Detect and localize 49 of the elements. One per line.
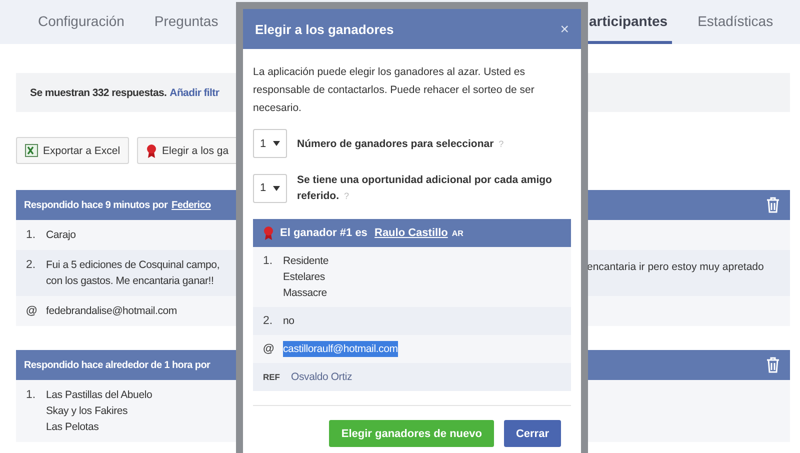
number-select[interactable]: 1 [253, 174, 287, 202]
answer-text: encantaria ir pero estoy muy apretado [586, 261, 764, 273]
award-ribbon-icon [263, 226, 274, 240]
winner-text: El ganador #1 es Raulo Castillo AR [280, 227, 464, 239]
field-label: Número de ganadores para seleccionar ? [297, 136, 504, 152]
number-select[interactable]: 1 [253, 129, 287, 158]
close-button[interactable]: × [560, 20, 569, 38]
answer-text: Las Pastillas del Abuelo [46, 388, 152, 403]
answer-text: Estelares [283, 270, 326, 285]
answer-text: Massacre [283, 286, 328, 301]
trash-icon[interactable] [766, 357, 780, 373]
ref-label: REF [263, 371, 281, 384]
answer-text: Residente [283, 254, 328, 269]
answer-text: Carajo [46, 228, 76, 243]
answer-text: con los gastos. Me encantaria ganar!! [46, 274, 215, 289]
response-header-text: Respondido hace alrededor de 1 hora por [24, 360, 212, 370]
tab[interactable]: Configuración [34, 0, 128, 44]
pick-winners-button[interactable]: Elegir a los ga [137, 137, 238, 164]
at-sign: @ [263, 342, 276, 357]
export-button[interactable]: Exportar a Excel [16, 137, 130, 164]
email-text: castilloraulf@hotmail.com [283, 341, 398, 357]
item-number: 1. [26, 388, 37, 403]
winner-link[interactable]: Raulo Castillo [374, 227, 448, 239]
tab[interactable]: Preguntas [150, 0, 222, 44]
answer-text: Fui a 5 ediciones de Cosquinal campo, [46, 258, 220, 273]
item-number: 2. [263, 314, 274, 329]
item-number: 2. [26, 258, 37, 273]
at-sign: @ [26, 304, 38, 319]
item-number: 1. [26, 228, 37, 243]
item-number: 1. [263, 254, 274, 269]
trash-icon[interactable] [766, 197, 780, 213]
redraw-button[interactable]: Elegir ganadores de nuevo [329, 420, 494, 447]
author-link[interactable]: Federico [172, 200, 211, 210]
tab[interactable]: Estadísticas [694, 0, 778, 44]
results-count: Se muestran 332 respuestas. [30, 86, 167, 98]
add-filter-link[interactable]: Añadir filtr [170, 86, 220, 98]
spreadsheet-icon [25, 144, 38, 157]
award-ribbon-icon [146, 144, 158, 158]
answer-text: Skay y los Fakires [46, 404, 129, 419]
caret-icon [273, 141, 280, 146]
referrer-name: Osvaldo Ortiz [291, 370, 352, 385]
close-dialog-button[interactable]: Cerrar [504, 420, 561, 447]
field-label: Se tiene una oportunidad adicional por cada amigo referido. ? [297, 173, 553, 204]
email-text: fedebrandalise@hotmail.com [46, 304, 177, 319]
answer-text: no [283, 314, 294, 329]
dialog-description: La aplicación puede elegir los ganadores al azar. Usted es responsable de contactarlos. Puede rehacer el sorteo de ser necesario. [253, 65, 536, 116]
response-header-text: Respondido hace 9 minutos por Federico [24, 200, 212, 210]
dialog-title: Elegir a los ganadores [255, 22, 394, 36]
answer-text: Las Pelotas [46, 420, 100, 435]
